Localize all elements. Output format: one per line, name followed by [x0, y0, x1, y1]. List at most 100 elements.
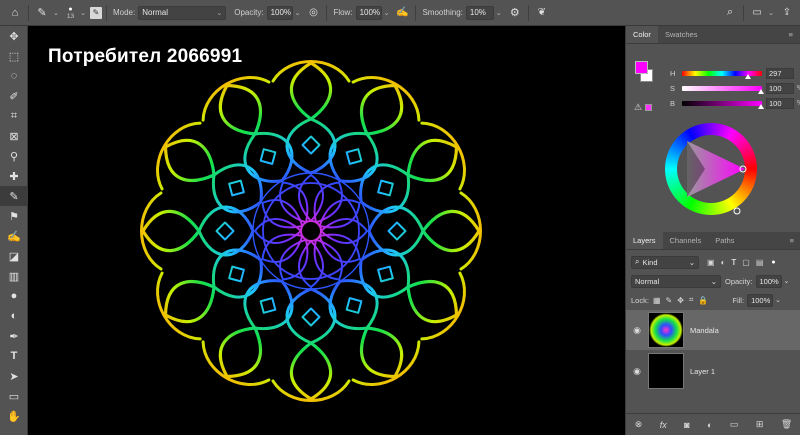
brightness-slider-thumb[interactable]	[758, 103, 764, 109]
fill-input[interactable]: 100%	[747, 293, 774, 307]
symmetry-icon[interactable]: ❦	[533, 4, 551, 22]
hue-slider[interactable]	[682, 70, 762, 79]
tab-swatches[interactable]: Swatches	[658, 26, 705, 43]
tab-channels[interactable]: Channels	[663, 232, 709, 249]
color-wheel[interactable]	[665, 123, 757, 215]
chevron-down-icon[interactable]: ⌄	[784, 277, 790, 285]
healing-brush-tool-icon[interactable]: ✚	[0, 166, 28, 186]
brush-tool-icon[interactable]: ✎	[33, 4, 51, 22]
new-layer-icon[interactable]: ⊞	[756, 419, 764, 430]
hue-row: H 297	[670, 67, 794, 79]
clone-stamp-tool-icon[interactable]: ⚑	[0, 206, 28, 226]
hand-tool-icon[interactable]: ✋	[0, 406, 28, 426]
chevron-down-icon[interactable]: ⌄	[53, 9, 59, 17]
hue-input[interactable]: 297	[766, 67, 794, 79]
path-selection-tool-icon[interactable]: ➤	[0, 366, 28, 386]
tab-paths[interactable]: Paths	[708, 232, 741, 249]
visibility-eye-icon[interactable]: ◉	[626, 366, 648, 377]
blur-tool-icon[interactable]: ●	[0, 286, 28, 306]
smoothing-input[interactable]: 10%	[465, 5, 494, 20]
warning-icon[interactable]: ⚠	[634, 102, 642, 113]
tab-layers[interactable]: Layers	[626, 232, 663, 249]
document-canvas[interactable]: Потребител 2066991	[28, 26, 625, 435]
gradient-tool-icon[interactable]: ▥	[0, 266, 28, 286]
layer-opacity-input[interactable]: 100%	[755, 274, 782, 288]
lock-artboard-icon[interactable]: ⌗	[689, 295, 694, 305]
home-icon[interactable]: ⌂	[6, 4, 24, 22]
options-bar: ⌂ ✎ ⌄ ● 13 ⌄ ✎ Mode: Normal ⌄ Opacity: 1…	[0, 0, 800, 26]
visibility-eye-icon[interactable]: ◉	[626, 325, 648, 336]
chevron-down-icon[interactable]: ⌄	[80, 9, 86, 17]
saturation-input[interactable]: 100	[766, 82, 794, 94]
brush-settings-icon[interactable]: ✎	[89, 6, 102, 19]
hue-label: H	[670, 68, 676, 78]
marquee-tool-icon[interactable]: ⬚	[0, 46, 28, 66]
chevron-down-icon[interactable]: ⌄	[768, 9, 774, 17]
opacity-label: Opacity:	[234, 8, 264, 17]
filter-smart-object-icon[interactable]: ▤	[756, 258, 764, 267]
new-group-icon[interactable]: ▭	[730, 419, 739, 430]
filter-type-icon[interactable]: T	[731, 258, 736, 267]
flow-input[interactable]: 100%	[355, 5, 382, 20]
eyedropper-tool-icon[interactable]: ⚲	[0, 146, 28, 166]
panel-menu-icon[interactable]: ≡	[783, 232, 800, 249]
layer-row-layer-1[interactable]: ◉ Layer 1	[626, 351, 800, 391]
crop-tool-icon[interactable]: ⌗	[0, 106, 28, 126]
lock-all-icon[interactable]: 🔒	[698, 296, 708, 305]
color-triangle[interactable]	[665, 123, 757, 215]
brightness-input[interactable]: 100	[766, 97, 794, 109]
delete-layer-icon[interactable]: 🗑	[781, 419, 792, 430]
eraser-tool-icon[interactable]: ◪	[0, 246, 28, 266]
tab-color[interactable]: Color	[626, 26, 658, 43]
type-tool-icon[interactable]: T	[0, 346, 28, 366]
filter-shape-icon[interactable]: ▢	[742, 258, 750, 267]
chevron-down-icon[interactable]: ⌄	[775, 296, 781, 304]
web-safe-swatch[interactable]	[645, 104, 652, 111]
color-panel-tabs: Color Swatches ≡	[626, 26, 800, 44]
layer-style-icon[interactable]: fx	[660, 420, 667, 430]
hue-slider-thumb[interactable]	[745, 73, 751, 79]
filter-pixel-icon[interactable]: ▣	[707, 258, 715, 267]
kind-filter-select[interactable]: ⌕ Kind ⌄	[631, 255, 699, 269]
opacity-input[interactable]: 100%	[266, 5, 293, 20]
brightness-slider[interactable]	[682, 100, 764, 109]
search-icon[interactable]: ⌕	[721, 4, 739, 22]
panel-menu-icon[interactable]: ≡	[782, 26, 800, 43]
pressure-opacity-icon[interactable]: ◎	[304, 4, 322, 22]
filter-adjustment-icon[interactable]: ◐	[721, 258, 726, 267]
rectangle-tool-icon[interactable]: ▭	[0, 386, 28, 406]
link-layers-icon[interactable]: ⊗	[635, 419, 643, 430]
saturation-row: S 100 %	[670, 82, 800, 94]
chevron-down-icon[interactable]: ⌄	[295, 9, 301, 17]
divider	[105, 4, 107, 21]
brush-size-preset[interactable]: ● 13	[67, 6, 74, 20]
filter-toggle-icon[interactable]: ●	[771, 259, 775, 266]
lock-image-icon[interactable]: ✎	[666, 296, 673, 305]
layer-name: Layer 1	[690, 366, 716, 376]
lock-position-icon[interactable]: ✥	[677, 296, 684, 305]
lasso-tool-icon[interactable]: ◌	[0, 66, 28, 86]
saturation-slider-thumb[interactable]	[758, 88, 764, 94]
chevron-down-icon[interactable]: ⌄	[384, 9, 390, 17]
layer-row-mandala[interactable]: ◉ Mandala	[626, 310, 800, 350]
adjustment-layer-icon[interactable]: ◐	[707, 420, 712, 430]
chevron-down-icon[interactable]: ⌄	[496, 9, 502, 17]
move-tool-icon[interactable]: ✥	[0, 26, 28, 46]
lock-transparent-icon[interactable]: ▦	[653, 296, 661, 305]
pen-tool-icon[interactable]: ✒	[0, 326, 28, 346]
share-icon[interactable]: ⇪	[778, 4, 796, 22]
blend-mode-select[interactable]: Normal ⌄	[631, 274, 721, 288]
mode-select[interactable]: Normal ⌄	[138, 5, 227, 20]
quick-select-tool-icon[interactable]: ✐	[0, 86, 28, 106]
workspace-icon[interactable]: ▭	[748, 4, 766, 22]
add-mask-icon[interactable]: ◙	[684, 420, 689, 430]
foreground-swatch[interactable]	[635, 61, 648, 74]
history-brush-tool-icon[interactable]: ✍	[0, 226, 28, 246]
lock-fill-row: Lock: ▦ ✎ ✥ ⌗ 🔒 Fill: 100% ⌄	[626, 292, 800, 308]
frame-tool-icon[interactable]: ⊠	[0, 126, 28, 146]
brush-tool-icon[interactable]: ✎	[0, 186, 28, 206]
dodge-tool-icon[interactable]: ◐	[0, 306, 28, 326]
saturation-slider[interactable]	[682, 85, 764, 94]
gear-icon[interactable]: ⚙	[506, 4, 524, 22]
airbrush-icon[interactable]: ✍	[393, 4, 411, 22]
